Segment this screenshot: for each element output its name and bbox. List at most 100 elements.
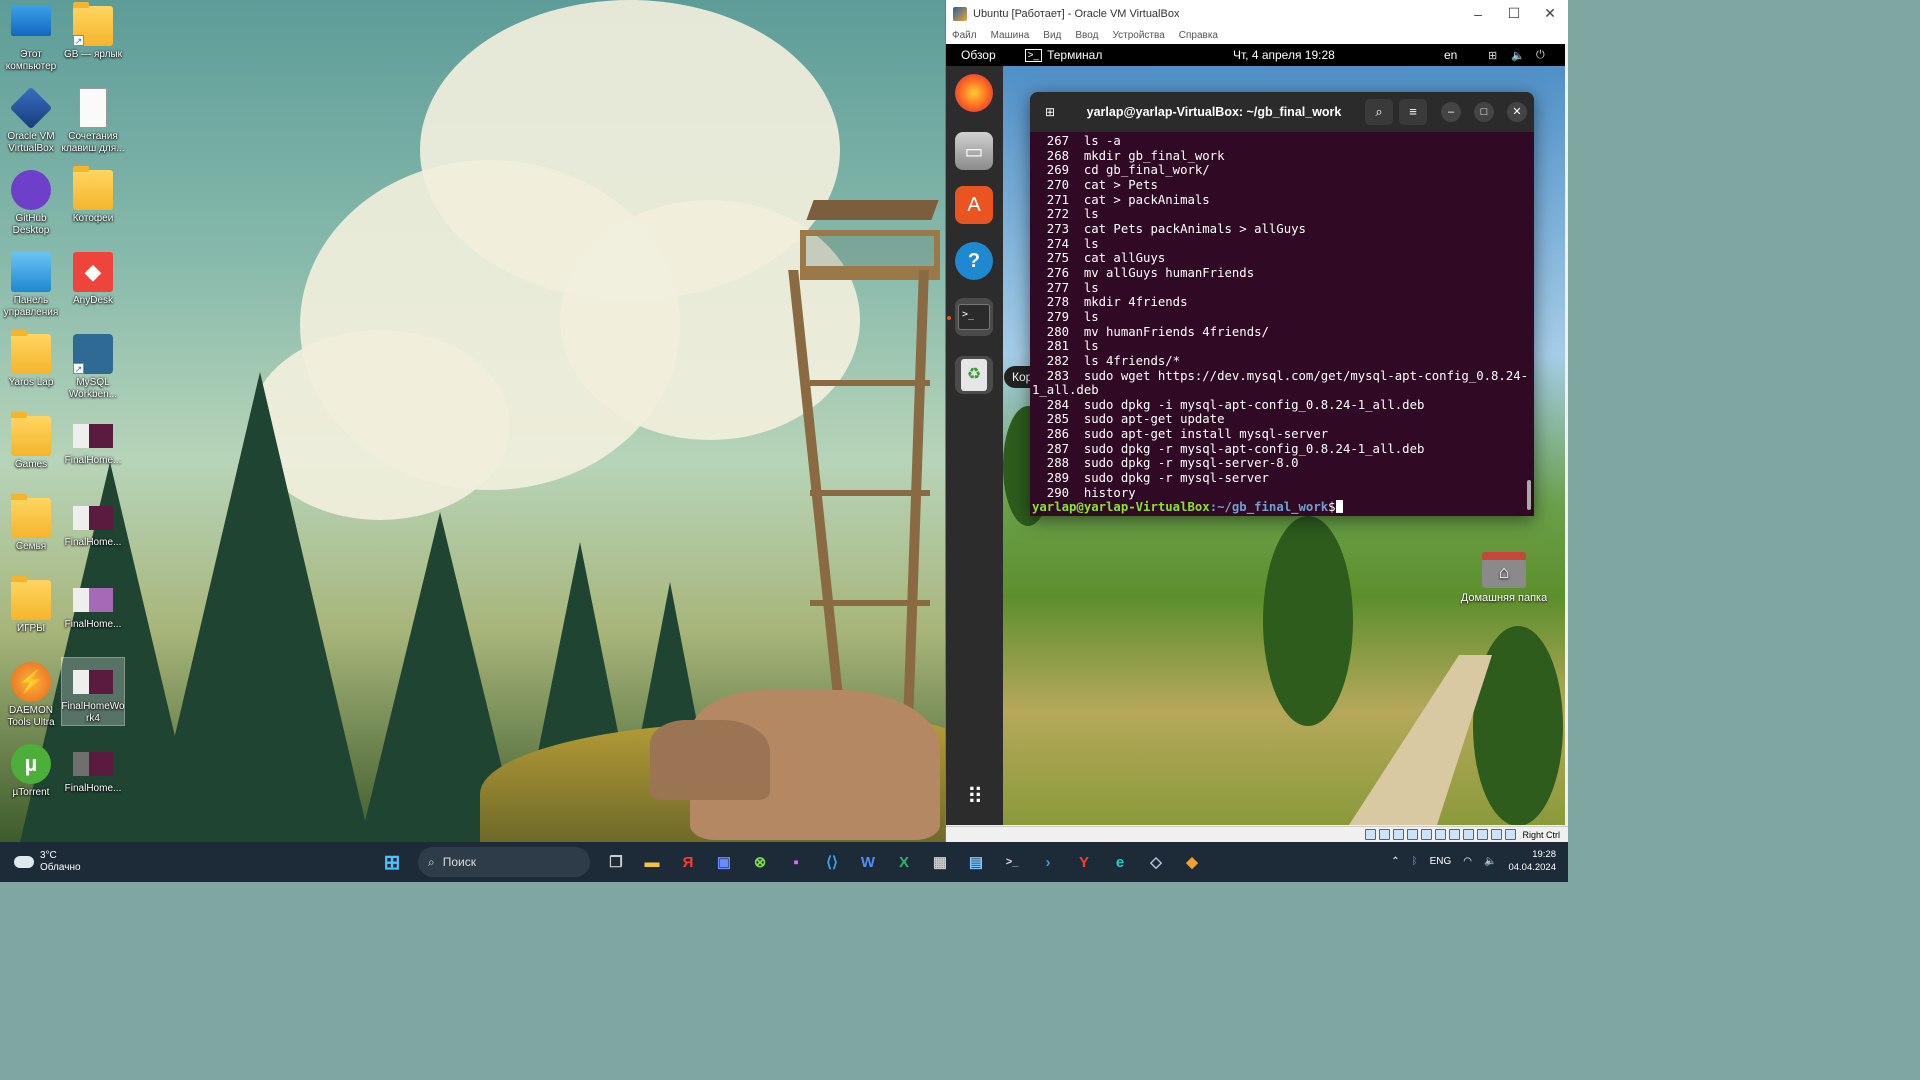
chevron-up-icon[interactable]: ⌃ [1391,856,1399,867]
display-icon[interactable] [1449,829,1461,840]
activities-button[interactable]: Обзор [946,48,1011,62]
desktop-icon-kotofei[interactable]: Котофеи [62,166,124,225]
desktop-icon-this-pc[interactable]: Этот компьютер [0,2,62,73]
minimize-icon[interactable]: – [1441,102,1461,122]
active-app-menu[interactable]: >_ Терминал [1011,48,1102,62]
system-tray: ⌃ ᛒ ENG ◠ 🔈 19:28 04.04.2024 [1391,848,1556,874]
cpu-icon[interactable] [1477,829,1489,840]
desktop-icon-daemon-tools[interactable]: ⚡ DAEMON Tools Ultra [0,658,62,729]
minimize-icon[interactable]: – [1460,6,1496,22]
keyboard-capture-icon[interactable] [1505,829,1517,840]
desktop-icon-family[interactable]: Семья [0,494,62,553]
firefox-icon[interactable] [955,74,993,112]
search-box[interactable]: ⌕ Поиск [418,847,590,877]
edge-icon[interactable]: e [1104,846,1136,878]
input-language[interactable]: ENG [1430,856,1452,867]
guest-screen[interactable]: Обзор >_ Терминал Чт, 4 апреля 19:28 en … [946,44,1565,825]
menu-file[interactable]: Файл [952,30,977,41]
terminal-headerbar[interactable]: ⊞ yarlap@yarlap-VirtualBox: ~/gb_final_w… [1030,92,1534,132]
menu-input[interactable]: Ввод [1075,30,1098,41]
image-file-icon [73,752,113,776]
network-icon[interactable]: ⊞ [1488,49,1497,62]
new-tab-icon[interactable]: ⊞ [1037,99,1063,125]
terminal-line: 289 sudo dpkg -r mysql-server [1032,471,1269,486]
terminal-line: 269 cd gb_final_work/ [1032,163,1210,178]
terminal-line: 267 ls -a [1032,134,1121,148]
desktop-icon-games[interactable]: Games [0,412,62,471]
taskbar-clock[interactable]: 19:28 04.04.2024 [1508,848,1556,874]
power-icon[interactable]: ⏻ [1536,49,1545,62]
desktop-icon-finalhome-3[interactable]: FinalHome... [62,576,124,631]
start-button[interactable]: ⊞ [376,846,408,878]
close-icon[interactable]: ✕ [1507,102,1527,122]
notepad-icon[interactable]: ▤ [960,846,992,878]
menu-help[interactable]: Справка [1179,30,1218,41]
audio-icon[interactable] [1393,829,1405,840]
word-icon[interactable]: W [852,846,884,878]
wifi-icon[interactable]: ◠ [1463,856,1472,867]
desktop-icon-virtualbox[interactable]: Oracle VM VirtualBox [0,84,62,155]
gnome-clock[interactable]: Чт, 4 апреля 19:28 [1233,48,1335,62]
weather-widget[interactable]: 3°C Облачно [14,850,81,874]
maximize-icon[interactable]: □ [1474,102,1494,122]
menu-devices[interactable]: Устройства [1112,30,1164,41]
app-center-icon[interactable]: A [955,186,993,224]
maximize-icon[interactable]: ☐ [1496,5,1532,22]
intellij-icon[interactable]: ▪ [780,846,812,878]
virtualbox-taskbar-icon[interactable]: ◇ [1140,846,1172,878]
xbox-icon[interactable]: ⊗ [744,846,776,878]
menu-view[interactable]: Вид [1043,30,1061,41]
desktop-icon-igry[interactable]: ИГРЫ [0,576,62,635]
terminal-scrollbar[interactable] [1527,480,1531,510]
search-icon[interactable]: ⌕ [1365,99,1393,125]
desktop-icon-yaros-lap[interactable]: Yaros Lap [0,330,62,389]
yandex-browser-icon[interactable]: Я [672,846,704,878]
terminal-window[interactable]: ⊞ yarlap@yarlap-VirtualBox: ~/gb_final_w… [1030,92,1534,516]
virtualbox-titlebar[interactable]: Ubuntu [Работает] - Oracle VM VirtualBox… [946,0,1568,27]
home-folder-desktop-icon[interactable]: ⌂ Домашняя папка [1454,552,1554,604]
desktop-icon-gb-shortcut[interactable]: ↗ GB — ярлык [62,2,124,61]
terminal-dock-icon[interactable]: >_ [955,298,993,336]
save-disk-icon[interactable]: ▣ [708,846,740,878]
vscode-icon[interactable]: ⟨⟩ [816,846,848,878]
desktop-icon-finalhome-2[interactable]: FinalHome... [62,494,124,549]
desktop-icon-finalhomework4[interactable]: FinalHomeWork4 [61,657,125,726]
close-icon[interactable]: ✕ [1532,5,1568,22]
trash-icon[interactable]: ♻ [955,356,993,394]
terminal-output[interactable]: 267 ls -a 268 mkdir gb_final_work 269 cd… [1030,132,1534,515]
desktop-icon-mysql-workbench[interactable]: ↗ MySQL Workben... [62,330,124,401]
recording-icon[interactable] [1463,829,1475,840]
optical-drive-icon[interactable] [1379,829,1391,840]
desktop-icon-finalhome-4[interactable]: FinalHome... [62,740,124,795]
desktop-icon-github[interactable]: GitHub Desktop [0,166,62,237]
files-icon[interactable]: ▭ [955,132,993,170]
help-icon[interactable]: ? [955,242,993,280]
menu-machine[interactable]: Машина [991,30,1030,41]
hamburger-menu-icon[interactable]: ≡ [1399,99,1427,125]
bluetooth-icon[interactable]: ᛒ [1412,856,1418,867]
terminal-line: 274 ls [1032,236,1099,251]
calculator-icon[interactable]: ▦ [924,846,956,878]
desktop-icon-finalhome-1[interactable]: FinalHome... [62,412,124,467]
network-adapter-icon[interactable] [1407,829,1419,840]
mouse-integration-icon[interactable] [1491,829,1503,840]
show-apps-icon[interactable]: ⠿ [955,778,993,816]
volume-icon[interactable]: 🔈 [1511,49,1525,62]
ubuntu-vm-taskbar-icon[interactable]: ◆ [1176,846,1208,878]
desktop-icon-hotkeys-doc[interactable]: Сочетания клавиш для... [61,84,125,155]
yandex-icon[interactable]: Y [1068,846,1100,878]
volume-icon[interactable]: 🔈 [1484,856,1496,867]
task-view-icon[interactable]: ❐ [600,846,632,878]
desktop-icon-control-panel[interactable]: Панель управления [0,248,62,319]
prompt-user: yarlap@yarlap-VirtualBox [1032,500,1210,515]
hard-disk-icon[interactable] [1365,829,1377,840]
terminal-app-icon[interactable]: >_ [996,846,1028,878]
excel-icon[interactable]: X [888,846,920,878]
keyboard-layout-indicator[interactable]: en [1444,48,1457,62]
desktop-icon-utorrent[interactable]: µ µTorrent [0,740,62,799]
powershell-icon[interactable]: › [1032,846,1064,878]
desktop-icon-anydesk[interactable]: ◆ AnyDesk [62,248,124,307]
usb-icon[interactable] [1421,829,1433,840]
shared-folders-icon[interactable] [1435,829,1447,840]
file-explorer-icon[interactable]: ▬ [636,846,668,878]
